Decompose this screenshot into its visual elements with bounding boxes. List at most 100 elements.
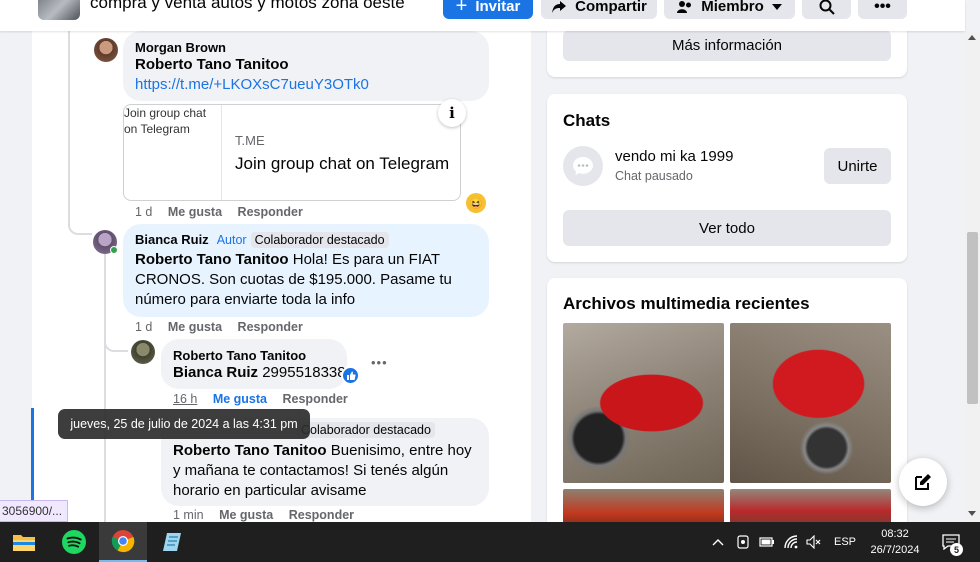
- windows-taskbar: ESP 08:32 26/7/2024 5: [0, 522, 980, 562]
- battery-icon[interactable]: [757, 522, 777, 562]
- wifi-icon[interactable]: [782, 522, 802, 562]
- comment-author[interactable]: Roberto Tano Tanitoo: [173, 348, 306, 363]
- comment-actions: 1 d Me gusta Responder: [135, 205, 303, 219]
- mention[interactable]: Bianca Ruiz: [173, 364, 258, 381]
- group-header-bar: compra y venta autos y motos zona oeste …: [0, 0, 965, 31]
- member-button[interactable]: Miembro: [664, 0, 795, 19]
- plus-icon: +: [455, 0, 468, 17]
- media-thumbnail[interactable]: [730, 489, 891, 522]
- scroll-down-arrow-icon[interactable]: [968, 511, 976, 516]
- language-indicator[interactable]: ESP: [831, 522, 859, 562]
- mention[interactable]: Roberto Tano Tanitoo: [135, 55, 289, 75]
- search-icon: [819, 0, 835, 15]
- comment-bubble: Bianca Ruiz Autor Colaborador destacado Ro…: [123, 224, 489, 317]
- mention[interactable]: Roberto Tano Tanitoo: [173, 442, 327, 459]
- comment-actions: 1 d Me gusta Responder: [135, 320, 303, 334]
- link-title: Join group chat on Telegram: [235, 154, 450, 173]
- share-label: Compartir: [575, 0, 647, 15]
- chrome-icon: [111, 530, 135, 553]
- spotify-taskbar-button[interactable]: [50, 522, 98, 562]
- scrollbar-thumb[interactable]: [967, 232, 978, 404]
- info-icon[interactable]: i: [438, 99, 466, 127]
- thread-connector: [104, 336, 128, 352]
- badge-label: Colaborador destacado: [297, 422, 435, 438]
- thread-connector: [68, 221, 92, 235]
- comment-author[interactable]: Morgan Brown: [135, 40, 226, 55]
- comment-bubble: Roberto Tano Tanitoo Bianca Ruiz 2995518…: [161, 339, 347, 389]
- link-domain: T.ME: [235, 133, 265, 148]
- app-taskbar-button[interactable]: [148, 522, 196, 562]
- avatar[interactable]: [131, 340, 155, 364]
- comment-actions: 1 min Me gusta Responder: [173, 508, 354, 522]
- comment-body: 2995518338: [258, 364, 346, 381]
- share-icon: [552, 0, 567, 13]
- haha-reaction-icon[interactable]: 😆: [466, 193, 486, 213]
- comment-bubble: Morgan Brown Roberto Tano Tanitoo https:…: [123, 31, 489, 101]
- link-image-alt: Join group chat on Telegram: [124, 106, 207, 136]
- reply-button[interactable]: Responder: [238, 320, 303, 334]
- notifications-button[interactable]: 5: [934, 522, 968, 562]
- thread-line: [104, 246, 106, 522]
- see-all-chats-button[interactable]: Ver todo: [563, 210, 891, 246]
- chats-title: Chats: [563, 111, 611, 130]
- comment-time[interactable]: 1 d: [135, 205, 152, 219]
- page-scrollbar[interactable]: [965, 31, 980, 522]
- more-info-button[interactable]: Más información: [563, 30, 891, 61]
- volume-muted-icon[interactable]: [804, 522, 824, 562]
- group-name[interactable]: compra y venta autos y motos zona oeste: [90, 0, 405, 13]
- top-contributor-badge[interactable]: Colaborador destacado: [250, 232, 389, 248]
- like-button[interactable]: Me gusta: [168, 320, 222, 334]
- comment-text: Roberto Tano Tanitoo Hola! Es para un FI…: [135, 250, 480, 310]
- device-icon[interactable]: [733, 522, 753, 562]
- reply-button[interactable]: Responder: [283, 392, 348, 406]
- top-contributor-badge[interactable]: Colaborador destacado: [293, 421, 435, 439]
- invite-button[interactable]: + Invitar: [443, 0, 533, 19]
- show-hidden-icons-chevron-up-icon[interactable]: [708, 522, 728, 562]
- comment-author[interactable]: Bianca Ruiz: [135, 232, 209, 247]
- comment-time[interactable]: 16 h: [173, 392, 197, 406]
- link-preview-card[interactable]: Join group chat on Telegram T.ME Join gr…: [123, 104, 461, 201]
- group-cover-thumbnail[interactable]: [38, 0, 80, 20]
- notes-app-icon: [163, 533, 181, 551]
- chat-icon[interactable]: [563, 146, 603, 186]
- broken-image-icon: Join group chat on Telegram: [124, 105, 222, 200]
- comment-options-icon[interactable]: •••: [371, 355, 388, 370]
- media-thumbnail-motorcycle[interactable]: [563, 323, 724, 483]
- like-button[interactable]: Me gusta: [213, 392, 267, 406]
- scroll-up-arrow-icon[interactable]: [968, 35, 976, 40]
- chat-status: Chat pausado: [615, 169, 693, 183]
- comment-time[interactable]: 1 min: [173, 508, 204, 522]
- compose-icon: [915, 474, 931, 490]
- mention[interactable]: Roberto Tano Tanitoo: [135, 251, 289, 268]
- new-message-button[interactable]: [899, 458, 947, 506]
- like-button[interactable]: Me gusta: [219, 508, 273, 522]
- like-button[interactable]: Me gusta: [168, 205, 222, 219]
- media-thumbnail-motorcycle[interactable]: [730, 323, 891, 483]
- comment-time[interactable]: 1 d: [135, 320, 152, 334]
- avatar[interactable]: [94, 38, 118, 62]
- thread-line: [68, 31, 70, 227]
- notification-count-badge: 5: [950, 543, 963, 556]
- reply-button[interactable]: Responder: [238, 205, 303, 219]
- invite-label: Invitar: [475, 0, 521, 15]
- chevron-down-icon: [771, 3, 782, 10]
- media-thumbnail[interactable]: [563, 489, 724, 522]
- ellipsis-icon: •••: [874, 0, 891, 15]
- telegram-link[interactable]: https://t.me/+LKOXsC7ueuY3OTk0: [135, 75, 369, 95]
- member-label: Miembro: [701, 0, 764, 15]
- file-explorer-taskbar-button[interactable]: [0, 522, 48, 562]
- like-reaction-icon[interactable]: [341, 366, 360, 385]
- chrome-taskbar-button[interactable]: [99, 522, 147, 562]
- clock-time: 08:32: [881, 528, 909, 540]
- more-options-button[interactable]: •••: [858, 0, 907, 19]
- join-chat-button[interactable]: Unirte: [824, 148, 891, 184]
- chat-name[interactable]: vendo mi ka 1999: [615, 148, 733, 165]
- chats-card: Chats vendo mi ka 1999 Chat pausado Unir…: [547, 94, 907, 262]
- clock-date: 26/7/2024: [870, 544, 920, 556]
- clock[interactable]: 08:32 26/7/2024: [862, 522, 928, 562]
- share-button[interactable]: Compartir: [541, 0, 657, 19]
- search-button[interactable]: [802, 0, 851, 19]
- folder-icon: [13, 535, 35, 551]
- reply-button[interactable]: Responder: [289, 508, 354, 522]
- recent-media-title: Archivos multimedia recientes: [563, 294, 810, 313]
